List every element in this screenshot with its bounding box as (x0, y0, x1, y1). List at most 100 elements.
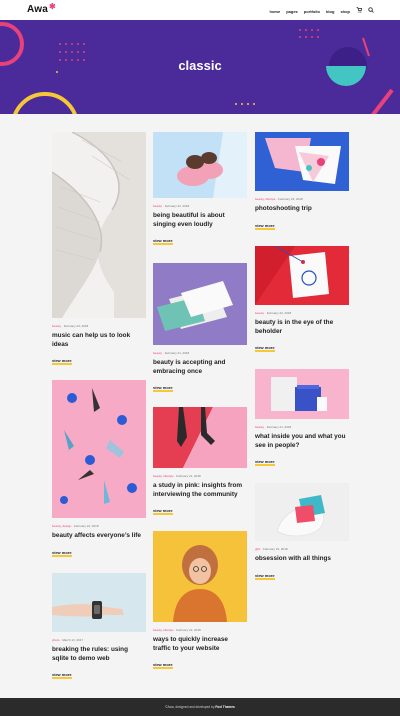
post-date: February 23, 2018 (278, 197, 303, 201)
nav-blog[interactable]: blog (326, 9, 334, 14)
post-title[interactable]: beauty is in the eye of the beholder (255, 319, 349, 336)
post-card: beauty, design · February 22, 2018 beaut… (52, 380, 146, 559)
logo-text: Awa (27, 4, 48, 15)
view-more-link[interactable]: view more (255, 459, 275, 467)
main-nav: home pages portfolio blog shop (270, 7, 374, 15)
post-thumbnail[interactable] (153, 531, 247, 622)
view-more-link[interactable]: view more (255, 223, 275, 230)
post-category[interactable]: beauty (255, 425, 264, 429)
post-card: glitz · February 19, 2018 obsession with… (255, 483, 349, 582)
post-category[interactable]: beauty, lifestyle (153, 474, 173, 478)
post-title[interactable]: beauty is accepting and embracing once (153, 359, 247, 376)
post-category[interactable]: beauty, lifestyle (255, 197, 275, 201)
view-more-link[interactable]: view more (153, 662, 173, 670)
post-meta: glitz · February 19, 2018 (255, 547, 288, 551)
post-category[interactable]: photo (52, 638, 60, 642)
copyright-text: ©Awa, designed and developed by (165, 705, 215, 709)
post-date: February 19, 2018 (176, 628, 201, 632)
post-meta: beauty · February 21, 2018 (255, 425, 292, 429)
post-card: beauty · February 22, 2018 beauty is in … (255, 246, 349, 354)
post-category[interactable]: beauty (153, 204, 162, 208)
post-card: beauty · February 23, 2018 music can hel… (52, 132, 146, 367)
post-thumbnail[interactable] (255, 246, 349, 305)
view-more-link[interactable]: view more (153, 385, 173, 393)
post-meta: beauty, lifestyle · February 21, 2018 (153, 474, 201, 478)
post-thumbnail[interactable] (255, 132, 349, 191)
post-meta: beauty · February 22, 2018 (153, 204, 190, 208)
post-thumbnail[interactable] (153, 132, 247, 198)
post-title[interactable]: breaking the rules: using sqlite to demo… (52, 646, 146, 663)
woman-portrait-image (153, 531, 247, 622)
post-title[interactable]: obsession with all things (255, 555, 349, 564)
post-date: February 21, 2018 (164, 351, 190, 355)
post-category[interactable]: beauty (153, 351, 162, 355)
post-title[interactable]: being beautiful is about singing even lo… (153, 212, 247, 229)
post-date: February 22, 2018 (266, 311, 292, 315)
socks-image (52, 380, 146, 518)
nav-portfolio[interactable]: portfolio (304, 9, 320, 14)
view-more-link[interactable]: view more (52, 672, 72, 680)
post-category[interactable]: beauty (255, 311, 264, 315)
post-title[interactable]: a study in pink: insights from interview… (153, 482, 247, 499)
post-title[interactable]: music can help us to look ideas (52, 332, 146, 349)
post-date: February 22, 2018 (164, 204, 190, 208)
view-more-link[interactable]: view more (52, 550, 72, 557)
post-date: February 19, 2018 (263, 547, 288, 551)
post-date: February 22, 2018 (73, 524, 99, 528)
post-meta: beauty, lifestyle · February 19, 2018 (153, 628, 201, 632)
view-more-link[interactable]: view more (153, 508, 173, 516)
site-logo[interactable]: Awa✱ (27, 2, 56, 15)
cart-icon[interactable] (356, 7, 363, 15)
post-thumbnail[interactable] (52, 573, 146, 632)
post-category[interactable]: beauty, design (52, 524, 71, 528)
tag-image (255, 246, 349, 305)
boxes-image (255, 369, 349, 419)
post-thumbnail[interactable] (153, 407, 247, 468)
post-title[interactable]: ways to quickly increase traffic to your… (153, 636, 247, 653)
post-meta: beauty · February 22, 2018 (255, 311, 292, 315)
photoshooting-image (255, 132, 349, 191)
post-thumbnail[interactable] (255, 369, 349, 419)
top-navigation-bar: Awa✱ home pages portfolio blog shop (0, 0, 400, 20)
site-footer: ©Awa, designed and developed by Foxl The… (0, 698, 400, 716)
post-category[interactable]: beauty (52, 324, 61, 328)
post-title[interactable]: beauty affects everyone’s life (52, 532, 146, 541)
post-card: beauty · February 21, 2018 beauty is acc… (153, 263, 247, 394)
view-more-link[interactable]: view more (255, 573, 275, 580)
post-card: beauty, lifestyle · February 19, 2018 wa… (153, 531, 247, 671)
business-cards-image (153, 263, 247, 345)
post-card: beauty · February 22, 2018 being beautif… (153, 132, 247, 247)
post-meta: photo · March 13, 2017 (52, 638, 84, 642)
nav-shop[interactable]: shop (340, 9, 350, 14)
post-card: beauty · February 21, 2018 what inside y… (255, 369, 349, 468)
slippers-image (153, 132, 247, 198)
post-meta: beauty, design · February 22, 2018 (52, 524, 99, 528)
post-card: beauty, lifestyle · February 21, 2018 a … (153, 407, 247, 517)
page-title: classic (178, 58, 222, 73)
post-meta: beauty · February 21, 2018 (153, 351, 190, 355)
footer-brand-link[interactable]: Foxl Themes (215, 705, 235, 709)
view-more-link[interactable]: view more (153, 238, 173, 246)
view-more-link[interactable]: view more (52, 358, 72, 366)
post-thumbnail[interactable] (153, 263, 247, 345)
post-card: beauty, lifestyle · February 23, 2018 ph… (255, 132, 349, 232)
page-hero-banner: classic (0, 20, 400, 114)
post-thumbnail[interactable] (255, 483, 349, 541)
post-category[interactable]: beauty, lifestyle (153, 628, 173, 632)
post-thumbnail[interactable] (52, 132, 146, 318)
nav-home[interactable]: home (270, 9, 281, 14)
post-category[interactable]: glitz (255, 547, 260, 551)
nav-pages[interactable]: pages (286, 9, 298, 14)
post-meta: beauty, lifestyle · February 23, 2018 (255, 197, 303, 201)
hand-sculpture-image (255, 483, 349, 541)
footer-copyright: ©Awa, designed and developed by Foxl The… (0, 705, 400, 709)
view-more-link[interactable]: view more (255, 345, 275, 353)
pink-socks-image (153, 407, 247, 468)
post-thumbnail[interactable] (52, 380, 146, 518)
search-icon[interactable] (368, 7, 374, 15)
post-title[interactable]: photoshooting trip (255, 205, 349, 214)
post-title[interactable]: what inside you and what you see in peop… (255, 433, 349, 450)
post-date: February 21, 2018 (176, 474, 201, 478)
post-meta: beauty · February 23, 2018 (52, 324, 89, 328)
post-date: March 13, 2017 (62, 638, 84, 642)
